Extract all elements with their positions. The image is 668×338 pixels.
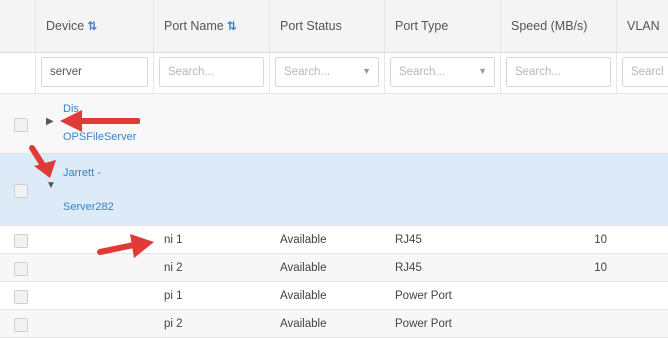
filter-checkbox-cell <box>0 53 36 93</box>
annotation-arrow-right-icon <box>97 234 154 258</box>
filter-cell-device <box>36 53 154 93</box>
port-name-filter-input[interactable] <box>159 57 264 87</box>
filter-cell-port-name <box>154 53 270 93</box>
sort-filter-icon[interactable]: ⇅ <box>87 19 97 33</box>
grid-header: Device ⇅ Port Name ⇅ Port Status Port Ty… <box>0 0 668 53</box>
annotation-arrow-left-icon <box>60 110 140 132</box>
expand-arrow-icon[interactable]: ▶ <box>46 116 54 127</box>
collapse-arrow-icon[interactable]: ▼ <box>46 180 56 191</box>
cell-port-name: pi 2 <box>164 317 183 330</box>
chevron-down-icon[interactable]: ▼ <box>362 66 371 76</box>
vlan-filter-input[interactable] <box>622 57 668 87</box>
cell-port-type: RJ45 <box>395 261 422 274</box>
cell-port-name: pi 1 <box>164 289 183 302</box>
column-label-device: Device <box>46 19 85 33</box>
ports-grid: Device ⇅ Port Name ⇅ Port Status Port Ty… <box>0 0 668 338</box>
port-status-filter-select[interactable]: ▼ <box>275 57 379 87</box>
group-label-line1[interactable]: Jarrett - <box>63 160 101 186</box>
cell-port-name: ni 1 <box>164 233 183 246</box>
group-row-jarrett-server282[interactable]: ▼ Jarrett - Server282 <box>0 154 668 226</box>
cell-port-status: Available <box>280 233 327 246</box>
cell-port-type: Power Port <box>395 317 452 330</box>
column-header-port-name[interactable]: Port Name ⇅ <box>154 0 270 52</box>
column-header-port-status[interactable]: Port Status <box>270 0 385 52</box>
chevron-down-icon[interactable]: ▼ <box>478 66 487 76</box>
cell-port-name: ni 2 <box>164 261 183 274</box>
filter-cell-vlan <box>617 53 668 93</box>
filter-cell-speed <box>501 53 617 93</box>
row-checkbox[interactable] <box>14 234 28 248</box>
filter-cell-port-status: ▼ <box>270 53 385 93</box>
header-checkbox-cell <box>0 0 36 52</box>
filter-row: ▼ ▼ <box>0 53 668 94</box>
device-filter-input[interactable] <box>41 57 148 87</box>
group-cell: ▼ Jarrett - Server282 <box>36 154 336 225</box>
filter-cell-port-type: ▼ <box>385 53 501 93</box>
row-checkbox[interactable] <box>14 262 28 276</box>
column-header-port-type[interactable]: Port Type <box>385 0 501 52</box>
row-checkbox[interactable] <box>14 118 28 132</box>
cell-port-status: Available <box>280 289 327 302</box>
column-label-port-status: Port Status <box>280 19 342 33</box>
annotation-arrow-down-icon <box>29 145 56 178</box>
cell-speed: 10 <box>594 233 607 246</box>
cell-port-type: Power Port <box>395 289 452 302</box>
port-type-filter-select[interactable]: ▼ <box>390 57 495 87</box>
column-label-port-type: Port Type <box>395 19 449 33</box>
column-label-vlan: VLAN <box>627 19 660 33</box>
cell-port-status: Available <box>280 261 327 274</box>
cell-speed: 10 <box>594 261 607 274</box>
sort-filter-icon[interactable]: ⇅ <box>227 19 237 33</box>
group-label-line2[interactable]: Server282 <box>63 194 114 220</box>
speed-filter-input[interactable] <box>506 57 611 87</box>
column-header-device[interactable]: Device ⇅ <box>36 0 154 52</box>
cell-speed <box>501 282 617 309</box>
column-label-port-name: Port Name <box>164 19 224 33</box>
row-checkbox[interactable] <box>14 290 28 304</box>
column-header-speed[interactable]: Speed (MB/s) <box>501 0 617 52</box>
cell-port-status: Available <box>280 317 327 330</box>
column-header-vlan[interactable]: VLAN <box>617 0 668 52</box>
table-row[interactable]: pi 1 Available Power Port <box>0 282 668 310</box>
cell-port-type: RJ45 <box>395 233 422 246</box>
cell-speed <box>501 310 617 337</box>
column-label-speed: Speed (MB/s) <box>511 19 588 33</box>
row-checkbox[interactable] <box>14 318 28 332</box>
row-checkbox[interactable] <box>14 184 28 198</box>
